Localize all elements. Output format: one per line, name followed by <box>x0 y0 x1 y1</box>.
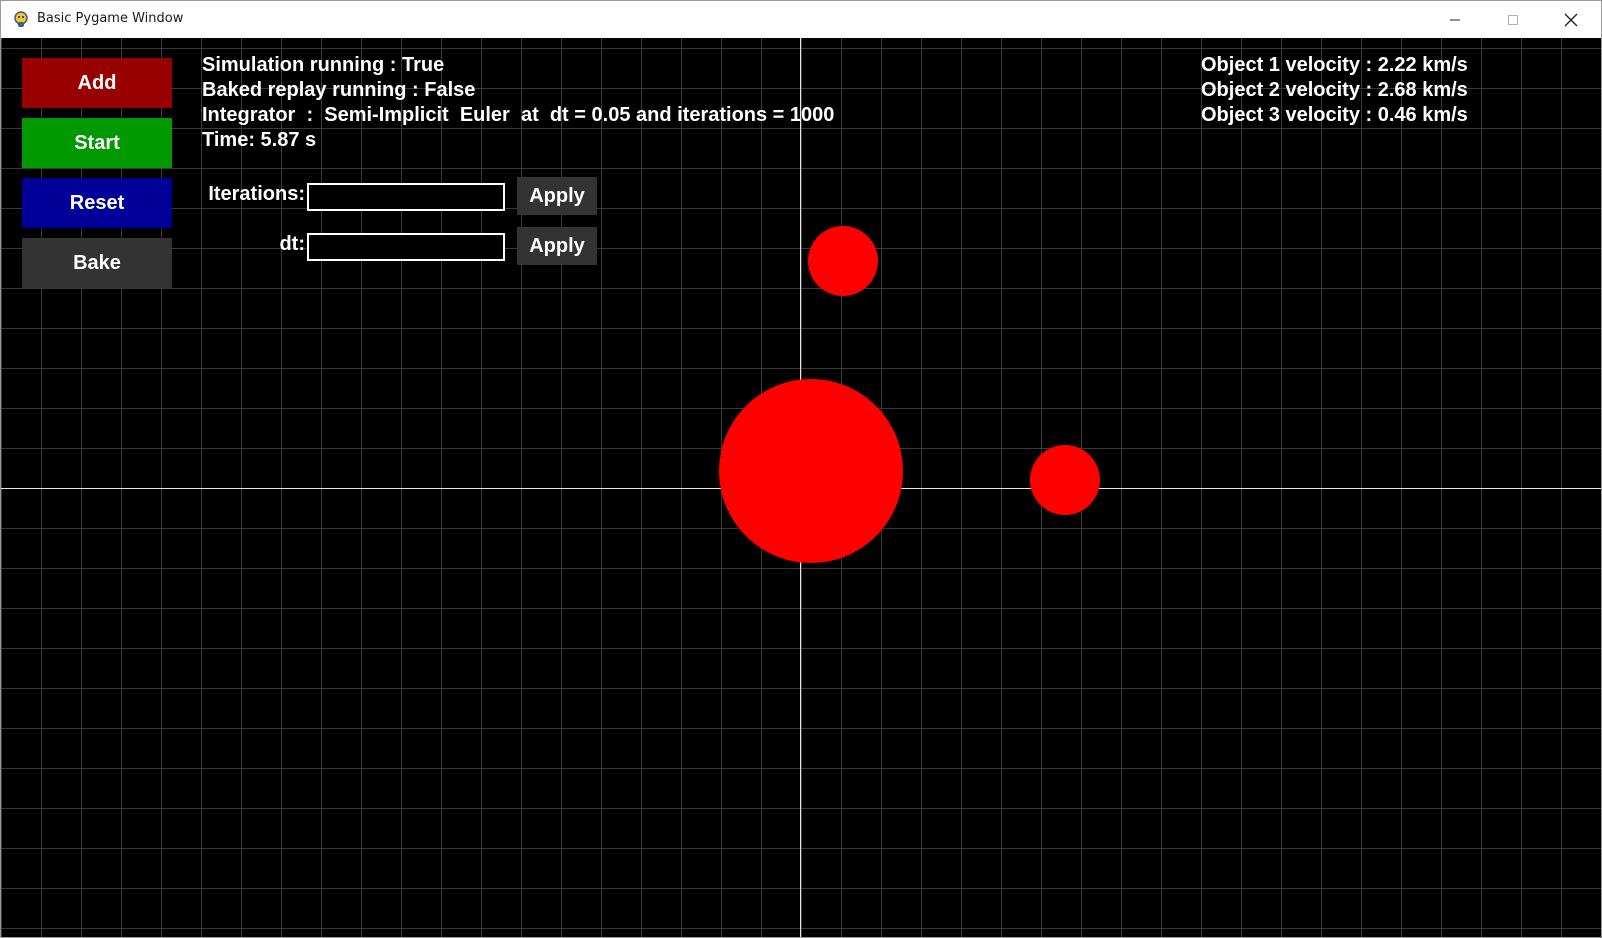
body-object-large <box>719 379 903 563</box>
iterations-input[interactable] <box>307 183 505 211</box>
title-bar[interactable]: Basic Pygame Window <box>1 1 1601 38</box>
simulation-canvas[interactable]: Add Start Reset Bake Simulation running … <box>1 38 1601 937</box>
dt-input[interactable] <box>307 233 505 261</box>
pygame-window: Basic Pygame Window Add Start Reset Bake <box>0 0 1602 938</box>
apply-dt-button[interactable]: Apply <box>517 227 597 265</box>
simulation-running-status: Simulation running : True <box>202 54 445 76</box>
maximize-icon <box>1508 14 1518 25</box>
start-button[interactable]: Start <box>22 118 172 168</box>
bake-button[interactable]: Bake <box>22 238 172 288</box>
body-object-right <box>1030 445 1100 515</box>
close-button[interactable] <box>1542 1 1600 38</box>
window-title: Basic Pygame Window <box>37 11 184 26</box>
apply-iterations-button[interactable]: Apply <box>517 177 597 215</box>
close-icon <box>1564 13 1578 26</box>
maximize-button[interactable] <box>1484 1 1542 38</box>
add-button[interactable]: Add <box>22 58 172 108</box>
iterations-label: Iterations: <box>208 183 305 205</box>
time-readout: Time: 5.87 s <box>202 129 317 151</box>
baked-replay-status: Baked replay running : False <box>202 79 476 101</box>
minimize-icon <box>1450 19 1460 20</box>
pygame-snake-icon <box>14 11 28 27</box>
minimize-button[interactable] <box>1426 1 1484 38</box>
reset-button[interactable]: Reset <box>22 178 172 228</box>
body-object-top <box>808 226 878 296</box>
object-3-velocity: Object 3 velocity : 0.46 km/s <box>1201 104 1468 126</box>
dt-label: dt: <box>279 233 305 255</box>
object-2-velocity: Object 2 velocity : 2.68 km/s <box>1201 79 1468 101</box>
integrator-status: Integrator : Semi-Implicit Euler at dt =… <box>202 104 835 126</box>
object-1-velocity: Object 1 velocity : 2.22 km/s <box>1201 54 1468 76</box>
